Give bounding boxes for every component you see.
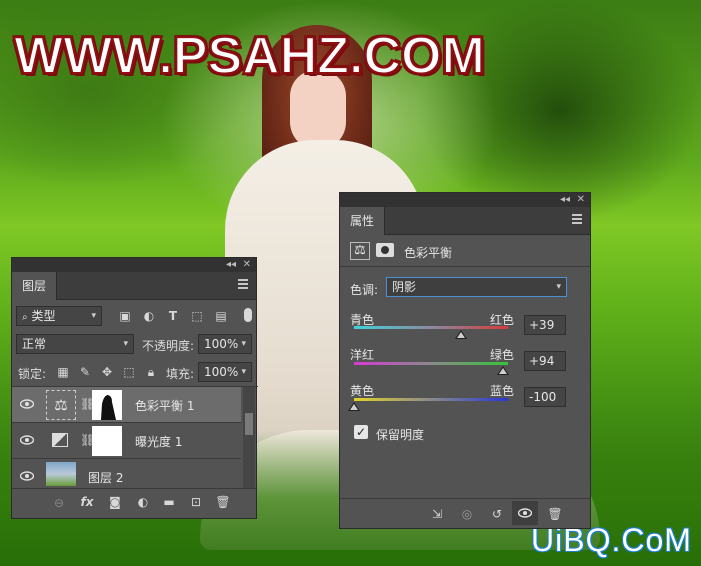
layer-name[interactable]: 曝光度 1: [135, 433, 182, 450]
lock-image-icon[interactable]: ✎: [76, 364, 94, 380]
collapse-icon[interactable]: ◂◂: [226, 258, 236, 272]
filter-toggle-icon[interactable]: [244, 308, 252, 322]
cyan-red-slider-track[interactable]: [354, 326, 508, 329]
layer-row-color-balance[interactable]: ⚖ ⛓ 色彩平衡 1: [12, 387, 241, 423]
layers-panel-titlebar[interactable]: ◂◂ ✕: [12, 258, 256, 272]
layer-mask-thumbnail[interactable]: [92, 390, 122, 420]
reset-icon[interactable]: ↺: [488, 506, 506, 522]
chevron-down-icon: ▾: [123, 339, 128, 349]
layer-row-exposure[interactable]: ⛓ 曝光度 1: [12, 423, 241, 459]
properties-tabbar: 属性: [340, 207, 590, 235]
layers-panel: ◂◂ ✕ 图层 ⌕ 类型 ▾ ▣ ◐ T ⬚ ▤ 正常 ▾ 不透明度: 100%…: [11, 257, 258, 519]
opacity-value: 100%: [204, 337, 239, 351]
tone-label: 色调:: [350, 283, 379, 297]
properties-panel-titlebar[interactable]: ◂◂ ✕: [340, 193, 590, 207]
view-previous-icon[interactable]: ◎: [458, 506, 476, 522]
blend-mode-value: 正常: [22, 337, 47, 351]
adjustment-filter-icon[interactable]: ◐: [140, 308, 158, 324]
properties-bottom-toolbar: ⇲ ◎ ↺ 🗑︎: [340, 498, 590, 528]
eye-icon[interactable]: [20, 435, 34, 445]
trash-icon[interactable]: 🗑︎: [546, 506, 564, 522]
yellow-blue-slider-track[interactable]: [354, 398, 508, 401]
properties-header: ⚖ 色彩平衡: [340, 237, 590, 267]
magenta-green-value[interactable]: +94: [524, 351, 566, 371]
fill-input[interactable]: 100% ▾: [198, 362, 252, 382]
slider-handle[interactable]: [455, 330, 468, 339]
type-filter-icon[interactable]: T: [164, 308, 182, 324]
eye-icon[interactable]: [20, 399, 34, 409]
blue-label: 蓝色: [490, 384, 515, 398]
eye-icon[interactable]: [518, 508, 532, 518]
properties-title: 色彩平衡: [404, 246, 453, 260]
close-icon[interactable]: ✕: [577, 193, 585, 207]
smart-object-filter-icon[interactable]: ▤: [212, 308, 230, 324]
fill-value: 100%: [204, 365, 239, 379]
collapse-icon[interactable]: ◂◂: [560, 193, 570, 207]
tab-layers[interactable]: 图层: [12, 272, 58, 300]
mask-icon[interactable]: [376, 243, 394, 257]
tone-value: 阴影: [392, 280, 417, 294]
slider-handle[interactable]: [497, 366, 510, 375]
visibility-toggle[interactable]: [512, 501, 538, 525]
slider-handle[interactable]: [348, 402, 360, 411]
layers-scrollbar[interactable]: [243, 387, 255, 491]
layers-list: ⚖ ⛓ 色彩平衡 1 ⛓ 曝光度 1 图层 2: [12, 386, 258, 491]
fill-label: 填充:: [166, 367, 195, 381]
scrollbar-thumb[interactable]: [245, 413, 253, 435]
folder-icon[interactable]: ▬: [160, 494, 178, 510]
chevron-down-icon: ▾: [241, 367, 246, 377]
new-layer-icon[interactable]: ⊡: [187, 494, 205, 510]
cyan-red-value[interactable]: +39: [524, 315, 566, 335]
layers-tabbar: 图层: [12, 272, 256, 300]
properties-panel: ◂◂ ✕ 属性 ⚖ 色彩平衡 色调: 阴影 ▾ 青色 红色 +39 洋红 绿色 …: [339, 192, 591, 529]
clip-to-layer-icon[interactable]: ⇲: [428, 506, 446, 522]
link-layers-icon[interactable]: ⊖: [50, 495, 68, 511]
chevron-down-icon: ▾: [241, 339, 246, 349]
panel-menu-icon[interactable]: [238, 279, 248, 289]
pixel-filter-icon[interactable]: ▣: [116, 308, 134, 324]
trash-icon[interactable]: 🗑︎: [214, 494, 232, 510]
tab-properties[interactable]: 属性: [340, 207, 386, 235]
lock-artboard-icon[interactable]: ⬚: [120, 364, 138, 380]
layer-mask-thumbnail[interactable]: [92, 426, 122, 456]
layer-thumbnail[interactable]: [46, 462, 76, 486]
color-balance-adjustment-icon: ⚖: [46, 390, 76, 420]
add-mask-icon[interactable]: ◙: [106, 494, 124, 510]
lock-transparent-icon[interactable]: ▦: [54, 364, 72, 380]
magenta-green-slider-track[interactable]: [354, 362, 508, 365]
tone-select[interactable]: 阴影 ▾: [386, 277, 567, 297]
green-label: 绿色: [490, 348, 515, 362]
chevron-down-icon: ▾: [91, 311, 96, 321]
magenta-label: 洋红: [350, 348, 375, 362]
panel-menu-icon[interactable]: [572, 214, 582, 224]
opacity-label: 不透明度:: [142, 339, 195, 353]
layer-name[interactable]: 色彩平衡 1: [135, 397, 194, 414]
opacity-input[interactable]: 100% ▾: [198, 334, 252, 354]
shape-filter-icon[interactable]: ⬚: [188, 308, 206, 324]
lock-label: 锁定:: [18, 367, 47, 381]
blend-mode-select[interactable]: 正常 ▾: [16, 334, 134, 354]
preserve-luminosity-checkbox[interactable]: ✓: [354, 425, 368, 439]
close-icon[interactable]: ✕: [243, 258, 251, 272]
fx-icon[interactable]: fx: [78, 494, 96, 510]
yellow-label: 黄色: [350, 384, 375, 398]
search-icon: ⌕: [22, 312, 28, 323]
layers-bottom-toolbar: ⊖ fx ◙ ◐ ▬ ⊡ 🗑︎: [12, 488, 256, 518]
layer-name[interactable]: 图层 2: [88, 469, 123, 486]
watermark-top: WWW.PSAHZ.COM: [13, 26, 486, 86]
lock-position-icon[interactable]: ✥: [98, 364, 116, 380]
exposure-adjustment-icon: [52, 433, 68, 447]
chevron-down-icon: ▾: [556, 282, 561, 292]
filter-kind-value: 类型: [31, 309, 56, 323]
filter-kind-select[interactable]: ⌕ 类型 ▾: [16, 306, 102, 326]
color-balance-icon[interactable]: ⚖: [350, 242, 370, 260]
eye-icon[interactable]: [20, 471, 34, 481]
preserve-luminosity-label: 保留明度: [376, 428, 425, 442]
lock-all-icon[interactable]: 🔒︎: [142, 364, 160, 380]
yellow-blue-value[interactable]: -100: [524, 387, 566, 407]
layer-row-layer-2[interactable]: 图层 2: [12, 459, 241, 491]
adjustment-layer-icon[interactable]: ◐: [134, 494, 152, 510]
